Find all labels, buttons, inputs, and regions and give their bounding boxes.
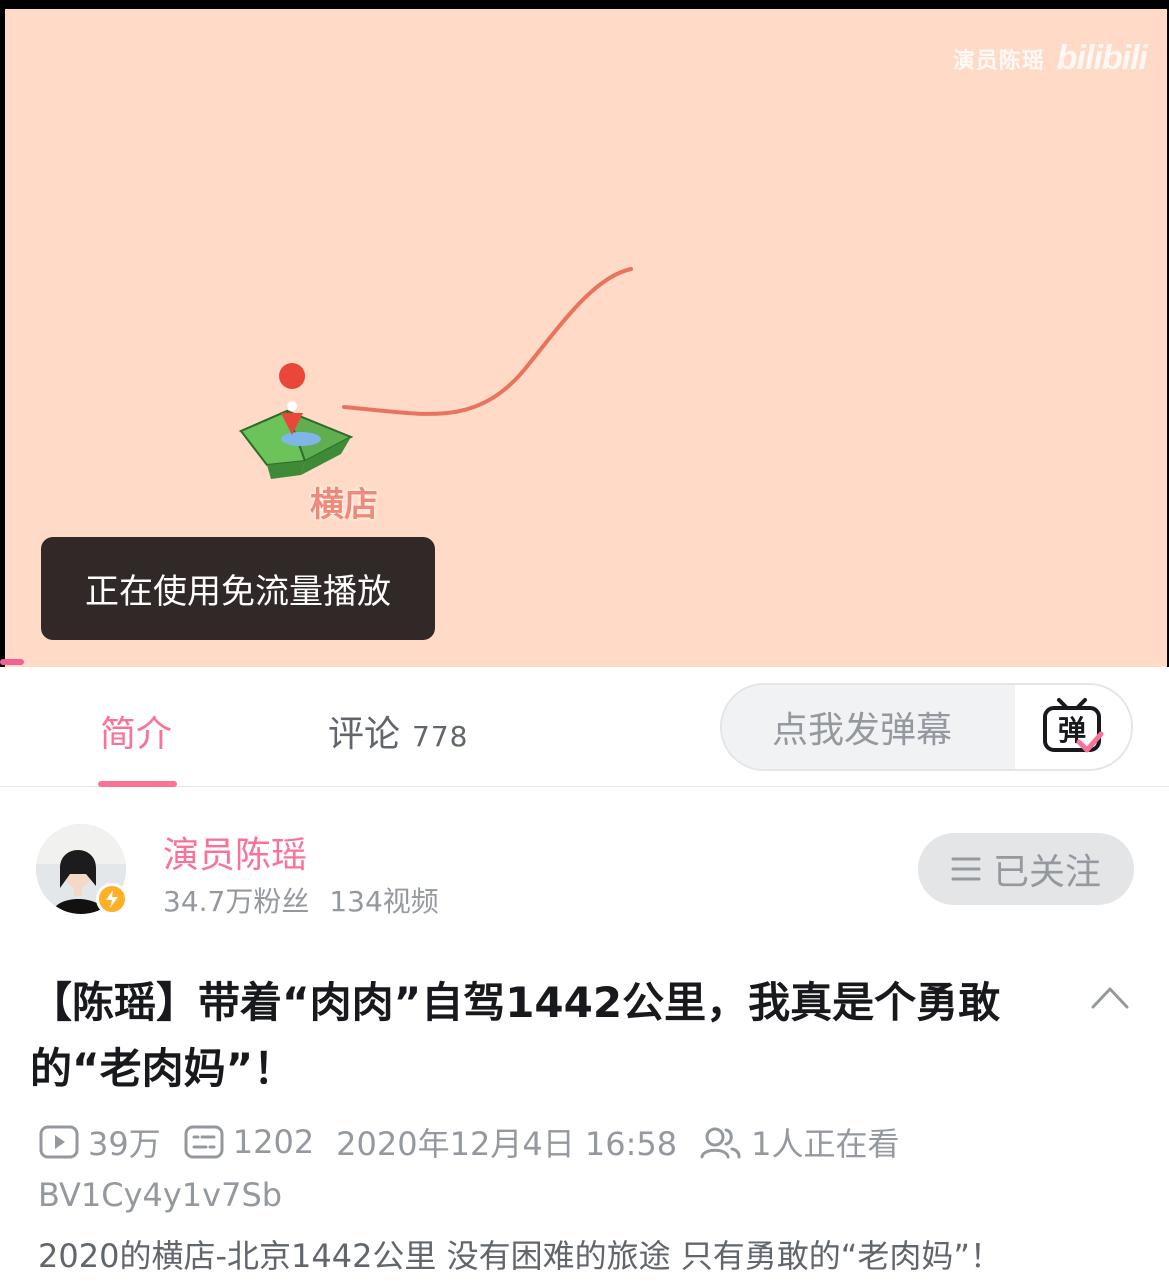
- watching-icon: [700, 1127, 741, 1159]
- free-data-toast: 正在使用免流量播放: [41, 537, 435, 640]
- uploader-stats: 34.7万粉丝 134视频: [163, 880, 439, 920]
- uploader-fans: 34.7万粉丝: [163, 885, 310, 918]
- chevron-up-icon[interactable]: [1090, 983, 1130, 1015]
- video-meta: 39万 1202 2020年12月4日 16:58 1人正在看: [38, 1120, 899, 1164]
- tab-intro-label: 简介: [100, 714, 173, 755]
- tab-comments[interactable]: 评论 778: [328, 705, 468, 757]
- verified-badge-icon: [96, 883, 128, 915]
- watching-count: 1人正在看: [751, 1125, 900, 1163]
- tab-bar: 简介 评论 778 点我发弹幕 弹: [0, 667, 1169, 787]
- play-count-icon: [39, 1125, 79, 1159]
- danmaku-toggle-icon: 弹: [1043, 698, 1104, 753]
- watching-stat: 1人正在看: [699, 1119, 899, 1165]
- danmaku-count-icon: [184, 1125, 224, 1159]
- danmaku-input[interactable]: 点我发弹幕: [722, 685, 1015, 769]
- map-icon: [238, 363, 354, 479]
- video-frame[interactable]: 演员陈瑶 bilibili 横店 正在使用免流量播放: [5, 9, 1167, 667]
- follow-label: 已关注: [992, 852, 1101, 893]
- publish-time: 2020年12月4日 16:58: [336, 1125, 678, 1163]
- danmaku-stat: 1202: [183, 1123, 314, 1161]
- follow-button[interactable]: 已关注: [918, 833, 1134, 905]
- uploader-videos: 134视频: [329, 885, 439, 918]
- video-title: 【陈瑶】带着“肉肉”自驾1442公里，我真是个勇敢的“老肉妈”！: [30, 978, 1001, 1093]
- bvid[interactable]: BV1Cy4y1v7Sb: [38, 1176, 282, 1214]
- views-stat: 39万: [38, 1119, 161, 1165]
- video-description: 2020的横店-北京1442公里 没有困难的旅途 只有勇敢的“老肉妈”！: [38, 1237, 1002, 1275]
- progress-indicator[interactable]: [0, 659, 24, 665]
- danmaku-bar: 点我发弹幕 弹: [720, 683, 1133, 771]
- danmaku-count: 1202: [232, 1123, 315, 1161]
- active-tab-indicator: [98, 781, 177, 787]
- views-count: 39万: [88, 1125, 161, 1163]
- route-line: [342, 267, 633, 416]
- menu-icon: [951, 857, 981, 881]
- uploader-name[interactable]: 演员陈瑶: [163, 826, 307, 878]
- tab-intro[interactable]: 简介: [100, 705, 172, 757]
- tab-comments-label: 评论: [328, 714, 401, 755]
- video-player[interactable]: 演员陈瑶 bilibili 横店 正在使用免流量播放: [0, 0, 1169, 667]
- danmaku-toggle-button[interactable]: 弹: [1015, 685, 1131, 769]
- map-label: 横店: [310, 485, 378, 525]
- comments-count: 778: [412, 720, 469, 753]
